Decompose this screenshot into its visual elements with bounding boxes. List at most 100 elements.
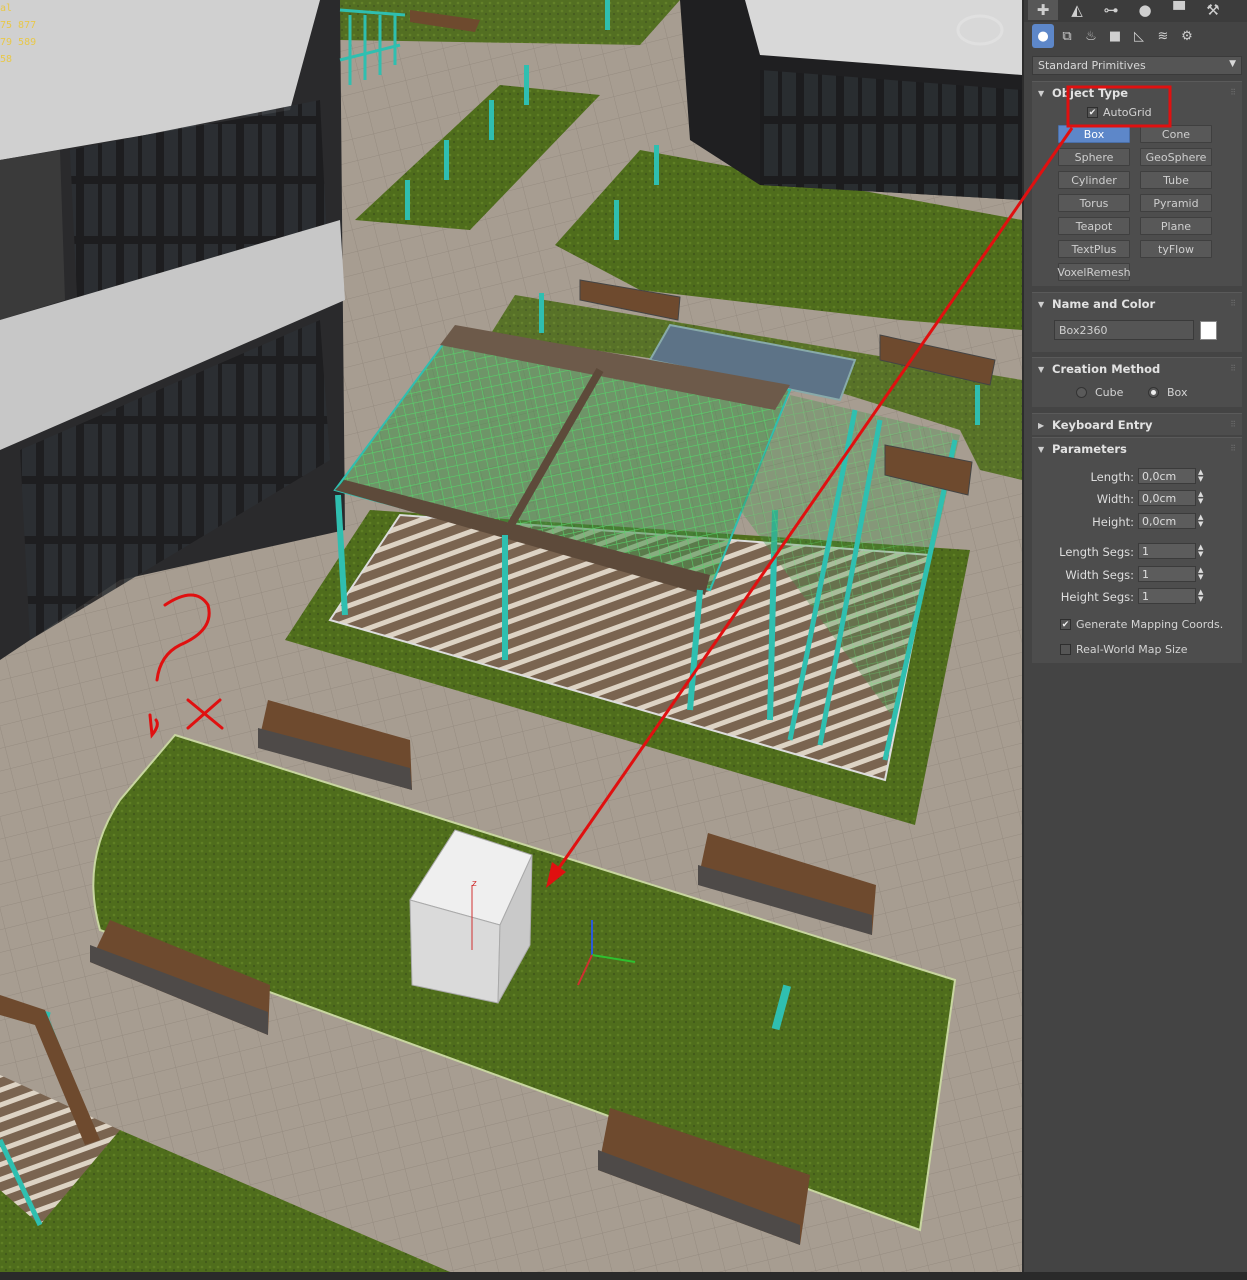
height-segs-spinner[interactable]: 1 (1138, 588, 1196, 604)
spinner-arrows-icon[interactable]: ▲ ▼ (1198, 567, 1203, 581)
rollout-title: Parameters (1052, 442, 1127, 456)
real-world-label: Real-World Map Size (1076, 643, 1188, 656)
keyboard-entry-rollout: ▶ Keyboard Entry ⠿ (1032, 413, 1242, 435)
collapse-triangle-icon: ▼ (1038, 444, 1045, 454)
height-spinner[interactable]: 0,0cm (1138, 513, 1196, 529)
hierarchy-tab-icon[interactable]: ⊶ (1096, 0, 1126, 20)
drag-handle-icon[interactable]: ⠿ (1230, 299, 1236, 308)
tyflow-button[interactable]: tyFlow (1140, 240, 1212, 258)
rollout-title: Name and Color (1052, 297, 1156, 311)
width-segs-spinner[interactable]: 1 (1138, 566, 1196, 582)
teapot-button[interactable]: Teapot (1058, 217, 1130, 235)
tube-button[interactable]: Tube (1140, 171, 1212, 189)
stats-line: 58 (0, 54, 13, 65)
drag-handle-icon[interactable]: ⠿ (1230, 444, 1236, 453)
sphere-button[interactable]: Sphere (1058, 148, 1130, 166)
autogrid-checkbox[interactable]: ✔ AutoGrid (1087, 106, 1152, 119)
name-color-rollout: ▼ Name and Color ⠿ Box2360 (1032, 292, 1242, 352)
spinner-arrows-icon[interactable]: ▲ ▼ (1198, 544, 1203, 558)
height-label: Height: (1092, 515, 1134, 529)
length-segs-param: Length Segs: 1 ▲ ▼ (1032, 543, 1242, 561)
helpers-icon[interactable]: ◺ (1128, 24, 1150, 48)
stats-line: al (0, 3, 13, 14)
box-button[interactable]: Box (1058, 125, 1130, 143)
box-radio-label: Box (1167, 386, 1188, 399)
width-param: Width: 0,0cm ▲ ▼ (1032, 490, 1242, 508)
systems-icon[interactable]: ⚙ (1176, 24, 1198, 48)
voxelremesh-button[interactable]: VoxelRemesh (1057, 263, 1131, 281)
length-param: Length: 0,0cm ▲ ▼ (1032, 468, 1242, 486)
box-radio[interactable]: Box (1148, 386, 1187, 399)
collapse-triangle-icon: ▼ (1038, 364, 1045, 374)
rollout-title: Keyboard Entry (1052, 418, 1153, 432)
drag-handle-icon[interactable]: ⠿ (1230, 88, 1236, 97)
generate-mapping-checkbox[interactable]: ✔ Generate Mapping Coords. (1060, 618, 1223, 631)
rollout-title: Creation Method (1052, 362, 1161, 376)
primitive-type-dropdown[interactable]: Standard Primitives ▼ (1032, 56, 1242, 75)
rollout-title: Object Type (1052, 86, 1129, 100)
width-segs-label: Width Segs: (1065, 568, 1134, 582)
perspective-viewport[interactable]: z al 75 877 79 589 58 (0, 0, 1022, 1272)
create-tab-icon[interactable]: ✚ (1028, 0, 1058, 20)
checkmark-icon: ✔ (1087, 107, 1098, 118)
checkmark-icon: ✔ (1060, 619, 1071, 630)
stats-line: 75 877 (0, 20, 37, 31)
geosphere-button[interactable]: GeoSphere (1140, 148, 1212, 166)
spinner-arrows-icon[interactable]: ▲ ▼ (1198, 589, 1203, 603)
shapes-icon[interactable]: ⧉ (1056, 24, 1078, 48)
torus-button[interactable]: Torus (1058, 194, 1130, 212)
length-segs-spinner[interactable]: 1 (1138, 543, 1196, 559)
collapse-triangle-icon: ▼ (1038, 299, 1045, 309)
object-type-rollout: ▼ Object Type ⠿ ✔ AutoGrid Box Cone Sphe… (1032, 81, 1242, 286)
object-color-swatch[interactable] (1200, 321, 1217, 340)
box-pivot-z-label: z (472, 879, 477, 889)
cameras-icon[interactable]: ■ (1104, 24, 1126, 48)
spinner-arrows-icon[interactable]: ▲ ▼ (1198, 514, 1203, 528)
height-segs-label: Height Segs: (1060, 590, 1134, 604)
parameters-rollout: ▼ Parameters ⠿ Length: 0,0cm ▲ ▼ Width: 0… (1032, 437, 1242, 663)
keyboard-entry-header[interactable]: ▶ Keyboard Entry ⠿ (1032, 414, 1242, 436)
viewport-stats-overlay: al 75 877 79 589 58 (0, 0, 36, 68)
cylinder-button[interactable]: Cylinder (1058, 171, 1130, 189)
spinner-arrows-icon[interactable]: ▲ ▼ (1198, 491, 1203, 505)
length-spinner[interactable]: 0,0cm (1138, 468, 1196, 484)
height-param: Height: 0,0cm ▲ ▼ (1032, 513, 1242, 531)
dropdown-value: Standard Primitives (1038, 59, 1146, 72)
length-label: Length: (1090, 470, 1134, 484)
width-spinner[interactable]: 0,0cm (1138, 490, 1196, 506)
parameters-header[interactable]: ▼ Parameters ⠿ (1032, 438, 1242, 460)
drag-handle-icon[interactable]: ⠿ (1230, 420, 1236, 429)
real-world-map-checkbox[interactable]: Real-World Map Size (1060, 643, 1188, 656)
textplus-button[interactable]: TextPlus (1058, 240, 1130, 258)
width-label: Width: (1096, 492, 1134, 506)
display-tab-icon[interactable]: ▀ (1164, 0, 1194, 20)
stats-line: 79 589 (0, 37, 37, 48)
cube-radio-label: Cube (1095, 386, 1124, 399)
height-segs-param: Height Segs: 1 ▲ ▼ (1032, 588, 1242, 606)
utilities-tab-icon[interactable]: ⚒ (1198, 0, 1228, 20)
generate-mapping-label: Generate Mapping Coords. (1076, 618, 1224, 631)
creation-method-rollout: ▼ Creation Method ⠿ Cube Box (1032, 357, 1242, 407)
object-name-field[interactable]: Box2360 (1054, 320, 1194, 340)
spinner-arrows-icon[interactable]: ▲ ▼ (1198, 469, 1203, 483)
command-panel-tabs: ✚ ◭ ⊶ ● ▀ ⚒ (1024, 0, 1247, 22)
motion-tab-icon[interactable]: ● (1130, 0, 1160, 20)
spacewarps-icon[interactable]: ≋ (1152, 24, 1174, 48)
creation-method-header[interactable]: ▼ Creation Method ⠿ (1032, 358, 1242, 380)
autogrid-label: AutoGrid (1103, 106, 1152, 119)
bottom-status-strip (0, 1272, 1247, 1280)
radio-off-icon (1076, 387, 1087, 398)
cube-radio[interactable]: Cube (1076, 386, 1123, 399)
lights-icon[interactable]: ♨ (1080, 24, 1102, 48)
drag-handle-icon[interactable]: ⠿ (1230, 364, 1236, 373)
modify-tab-icon[interactable]: ◭ (1062, 0, 1092, 20)
length-segs-label: Length Segs: (1059, 545, 1134, 559)
scene-render: z (0, 0, 1022, 1272)
expand-triangle-icon: ▶ (1038, 420, 1045, 430)
geometry-icon[interactable]: ● (1032, 24, 1054, 48)
plane-button[interactable]: Plane (1140, 217, 1212, 235)
object-type-header[interactable]: ▼ Object Type ⠿ (1032, 82, 1242, 104)
pyramid-button[interactable]: Pyramid (1140, 194, 1212, 212)
name-color-header[interactable]: ▼ Name and Color ⠿ (1032, 293, 1242, 315)
cone-button[interactable]: Cone (1140, 125, 1212, 143)
